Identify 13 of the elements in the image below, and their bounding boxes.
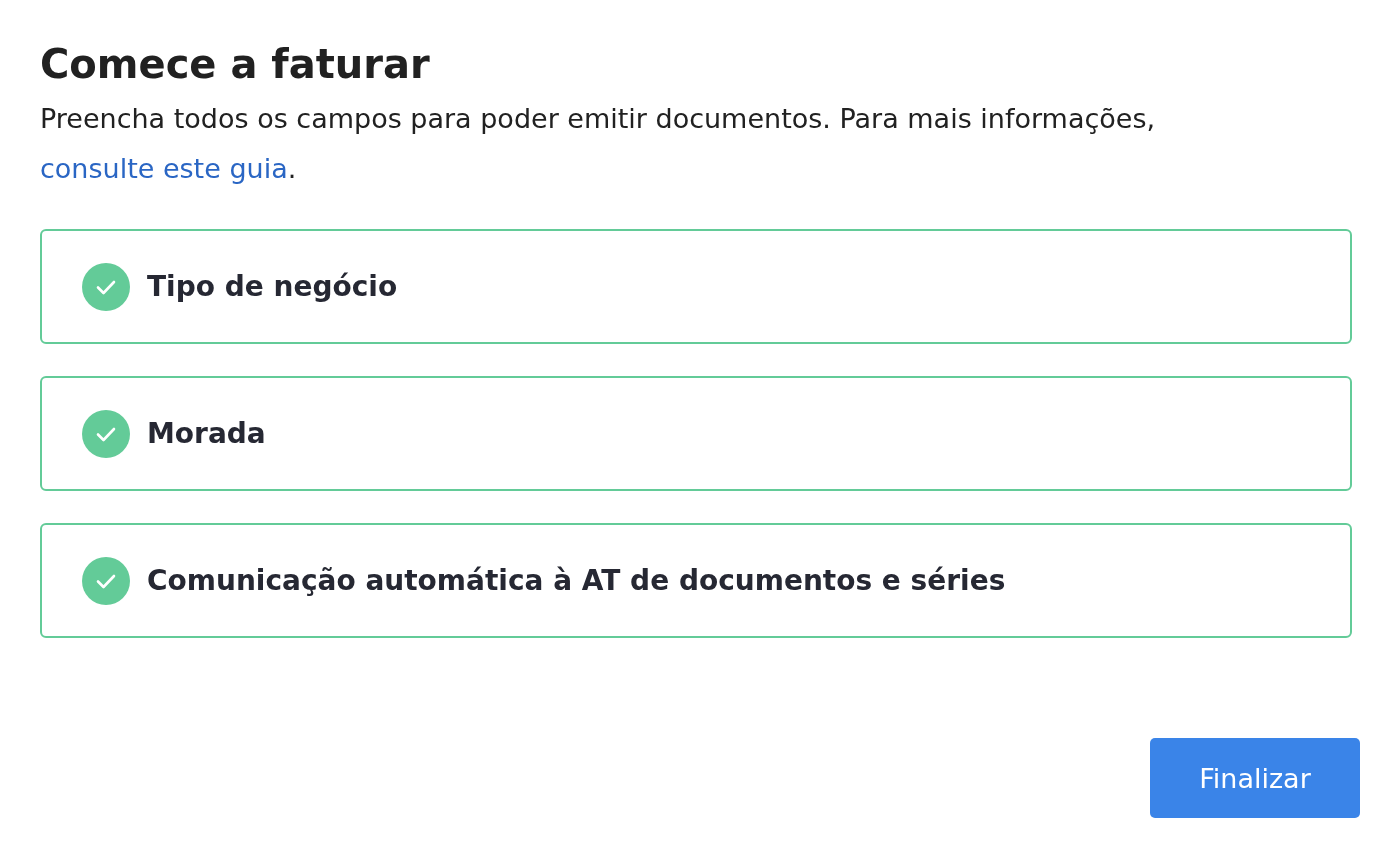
step-title: Morada bbox=[147, 417, 266, 450]
intro-text: Preencha todos os campos para poder emitir documentos. Para mais informações, consulte este guia. bbox=[40, 102, 1157, 186]
step-title: Comunicação automática à AT de documentos e séries bbox=[147, 564, 1006, 597]
finish-button[interactable]: Finalizar bbox=[1150, 738, 1360, 818]
step-card[interactable]: Morada bbox=[40, 376, 1352, 491]
guide-link[interactable]: consulte este guia bbox=[40, 153, 288, 184]
step-card[interactable]: Comunicação automática à AT de documentos e séries bbox=[40, 523, 1352, 638]
check-icon bbox=[82, 262, 130, 311]
page-title: Comece a faturar bbox=[40, 40, 431, 89]
step-title: Tipo de negócio bbox=[147, 270, 398, 303]
check-icon bbox=[82, 556, 130, 605]
step-card[interactable]: Tipo de negócio bbox=[40, 229, 1352, 344]
check-icon bbox=[82, 409, 130, 458]
